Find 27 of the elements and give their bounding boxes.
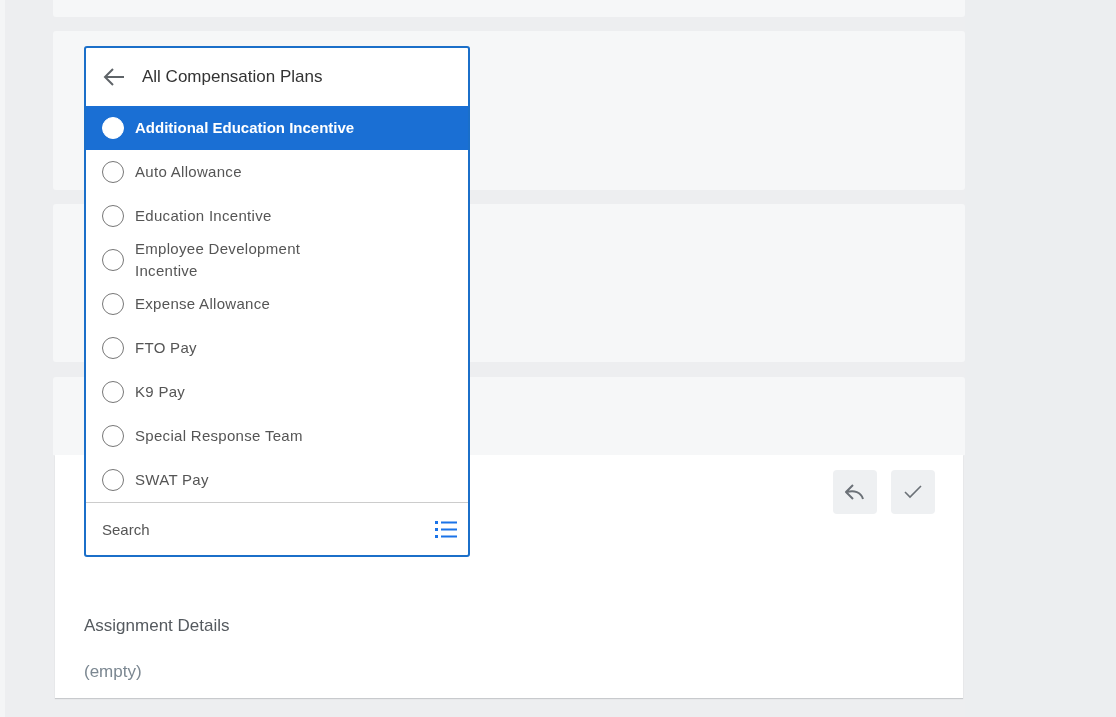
option-item[interactable]: Auto Allowance	[86, 150, 468, 194]
radio-button[interactable]	[102, 205, 124, 227]
option-item[interactable]: Expense Allowance	[86, 282, 468, 326]
radio-button[interactable]	[102, 381, 124, 403]
option-item[interactable]: K9 Pay	[86, 370, 468, 414]
search-field[interactable]: Search	[102, 520, 434, 538]
radio-button[interactable]	[102, 293, 124, 315]
option-item[interactable]: Special Response Team	[86, 414, 468, 458]
field-value: (empty)	[84, 662, 142, 682]
option-item[interactable]: Education Incentive	[86, 194, 468, 238]
list-icon[interactable]	[434, 519, 458, 539]
confirm-button[interactable]	[891, 470, 935, 514]
back-arrow-icon[interactable]	[102, 67, 126, 87]
field-label: Assignment Details	[84, 616, 230, 636]
undo-button[interactable]	[833, 470, 877, 514]
dropdown-title: All Compensation Plans	[142, 67, 323, 87]
option-item[interactable]: Employee Development Incentive	[86, 238, 468, 282]
option-item[interactable]: Additional Education Incentive	[86, 106, 468, 150]
radio-button[interactable]	[102, 161, 124, 183]
reply-icon	[844, 483, 866, 501]
radio-button[interactable]	[102, 337, 124, 359]
radio-button[interactable]	[102, 469, 124, 491]
radio-button[interactable]	[102, 425, 124, 447]
option-item[interactable]: FTO Pay	[86, 326, 468, 370]
option-item[interactable]: SWAT Pay	[86, 458, 468, 502]
checkmark-icon	[904, 485, 922, 499]
radio-button[interactable]	[102, 249, 124, 271]
